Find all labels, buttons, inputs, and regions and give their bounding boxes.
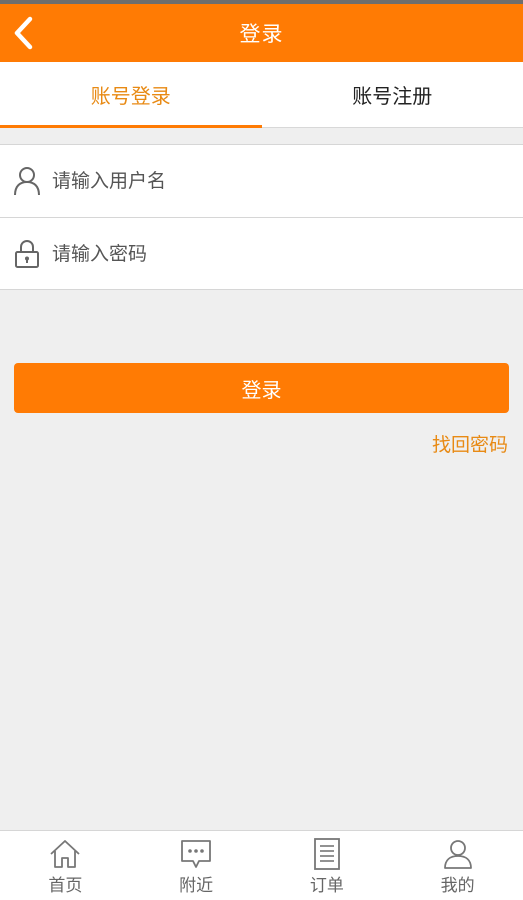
username-row <box>0 145 523 217</box>
bottom-nav: 首页 附近 订单 我的 <box>0 830 523 900</box>
tab-account-login[interactable]: 账号登录 <box>0 62 262 128</box>
profile-icon <box>443 840 472 869</box>
nav-label-mine: 我的 <box>440 876 475 896</box>
nav-label-home: 首页 <box>48 876 83 896</box>
nav-item-orders[interactable]: 订单 <box>262 831 393 900</box>
username-input[interactable] <box>52 170 492 192</box>
password-row <box>0 217 523 289</box>
page-title: 登录 <box>239 22 284 46</box>
back-button[interactable] <box>10 15 40 51</box>
nav-item-home[interactable]: 首页 <box>0 831 131 900</box>
nav-item-nearby[interactable]: 附近 <box>131 831 262 900</box>
chat-icon <box>181 840 212 868</box>
nav-item-mine[interactable]: 我的 <box>392 831 523 900</box>
nav-label-orders: 订单 <box>309 876 344 896</box>
login-form <box>0 144 523 290</box>
user-icon <box>12 165 42 197</box>
login-button[interactable]: 登录 <box>14 363 509 413</box>
lock-icon <box>12 238 42 270</box>
chevron-left-icon <box>14 16 33 50</box>
tab-bar: 账号登录 账号注册 <box>0 62 523 128</box>
forgot-password-link[interactable]: 找回密码 <box>432 430 508 457</box>
nav-label-nearby: 附近 <box>179 876 214 896</box>
document-icon <box>313 838 340 870</box>
home-icon <box>50 840 80 868</box>
password-input[interactable] <box>52 242 492 265</box>
header-bar: 登录 <box>0 4 523 62</box>
tab-account-register[interactable]: 账号注册 <box>262 62 523 127</box>
